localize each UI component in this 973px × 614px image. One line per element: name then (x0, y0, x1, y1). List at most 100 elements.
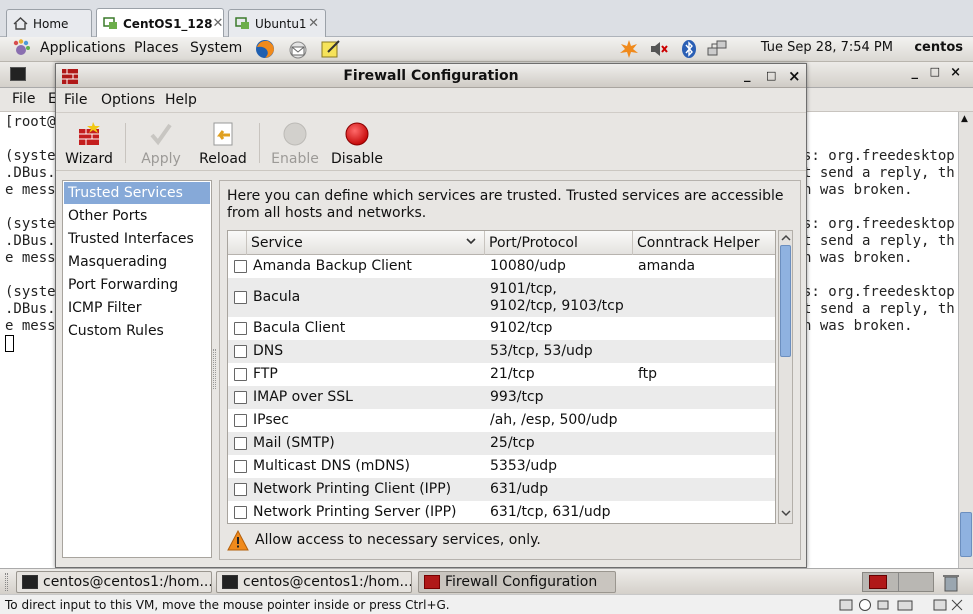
wizard-button[interactable]: Wizard (65, 119, 113, 169)
close-icon[interactable]: × (788, 64, 801, 88)
panel-user[interactable]: centos (914, 40, 963, 55)
taskbar-item-firewall[interactable]: Firewall Configuration (418, 571, 616, 593)
scroll-down-icon[interactable] (781, 507, 791, 522)
close-icon[interactable]: × (950, 65, 961, 80)
terminal-menu-file[interactable]: File (12, 91, 35, 107)
sidebar-item-trusted-services[interactable]: Trusted Services (64, 182, 210, 204)
disable-label: Disable (331, 151, 383, 167)
vm-tab-label: Home (33, 16, 69, 31)
table-scrollbar[interactable] (778, 230, 793, 524)
pane-resize-handle[interactable] (213, 349, 216, 389)
terminal-line: (syste (5, 148, 56, 164)
table-row[interactable]: DNS 53/tcp, 53/udp (228, 340, 775, 363)
terminal-line: n was broken. (803, 250, 913, 266)
table-row[interactable]: FTP 21/tcp ftp (228, 363, 775, 386)
terminal-scroll-thumb[interactable] (960, 512, 972, 557)
table-row[interactable]: Mail (SMTP) 25/tcp (228, 432, 775, 455)
vm-tab-centos1[interactable]: CentOS1_128 ✕ (96, 8, 224, 38)
reload-button[interactable]: Reload (196, 119, 250, 169)
panel-clock[interactable]: Tue Sep 28, 7:54 PM (761, 40, 893, 55)
service-name-cell: Bacula Client (253, 320, 346, 336)
menu-help[interactable]: Help (165, 92, 197, 108)
apply-button[interactable]: Apply (138, 119, 184, 169)
table-row[interactable]: Network Printing Server (IPP) 631/tcp, 63… (228, 501, 775, 523)
terminal-line: s: org.freedesktop (803, 284, 955, 300)
menu-options[interactable]: Options (101, 92, 155, 108)
taskbar-item-terminal-1[interactable]: centos@centos1:/hom... (16, 571, 212, 593)
column-header-helper[interactable]: Conntrack Helper (633, 231, 775, 255)
table-scroll-thumb[interactable] (780, 245, 791, 357)
service-checkbox[interactable] (234, 291, 247, 304)
reload-label: Reload (199, 151, 247, 167)
minimize-icon[interactable]: _ (912, 65, 919, 80)
vm-icon (235, 17, 250, 30)
firewall-menubar: File Options Help (56, 88, 806, 113)
vm-tab-home[interactable]: Home (6, 9, 92, 37)
port-protocol-cell: 5353/udp (490, 458, 557, 474)
vm-status-bar: To direct input to this VM, move the mou… (0, 594, 973, 614)
taskbar-item-label: centos@centos1:/hom... (43, 574, 212, 590)
table-row[interactable]: IMAP over SSL 993/tcp (228, 386, 775, 409)
menu-file[interactable]: File (64, 92, 87, 108)
column-header-port[interactable]: Port/Protocol (485, 231, 633, 255)
close-icon[interactable]: ✕ (212, 16, 223, 31)
vm-tab-label: Ubuntu1 (255, 16, 307, 31)
service-checkbox[interactable] (234, 460, 247, 473)
terminal-line: t send a reply, th (803, 233, 955, 249)
network-icon[interactable] (706, 39, 728, 59)
enable-button[interactable]: Enable (270, 119, 320, 169)
close-icon[interactable]: ✕ (308, 16, 319, 31)
device-icons (838, 598, 968, 614)
service-checkbox[interactable] (234, 437, 247, 450)
table-row[interactable]: Network Printing Client (IPP) 631/udp (228, 478, 775, 501)
terminal-scrollbar[interactable]: ▲ (958, 112, 973, 568)
workspace-switcher[interactable] (862, 572, 934, 592)
panel-menu-system[interactable]: System (190, 40, 242, 56)
table-row[interactable]: Bacula 9101/tcp, 9102/tcp, 9103/tcp (228, 278, 775, 317)
sidebar-item-port-forwarding[interactable]: Port Forwarding (64, 274, 210, 296)
volume-muted-icon[interactable] (648, 39, 670, 59)
sidebar-item-custom-rules[interactable]: Custom Rules (64, 320, 210, 342)
table-row[interactable]: Multicast DNS (mDNS) 5353/udp (228, 455, 775, 478)
mail-icon[interactable] (287, 39, 309, 59)
terminal-line: n was broken. (803, 318, 913, 334)
firefox-icon[interactable] (254, 39, 276, 59)
sidebar-item-other-ports[interactable]: Other Ports (64, 205, 210, 227)
service-checkbox[interactable] (234, 345, 247, 358)
service-checkbox[interactable] (234, 391, 247, 404)
sidebar-item-icmp-filter[interactable]: ICMP Filter (64, 297, 210, 319)
services-table[interactable]: Service Port/Protocol Conntrack Helper A… (227, 230, 776, 524)
service-checkbox[interactable] (234, 322, 247, 335)
disable-button[interactable]: Disable (330, 119, 384, 169)
terminal-line: s: org.freedesktop (803, 216, 955, 232)
sidebar-item-masquerading[interactable]: Masquerading (64, 251, 210, 273)
panel-menu-applications[interactable]: Applications (40, 40, 126, 56)
note-edit-icon[interactable] (320, 39, 342, 59)
trash-icon[interactable] (940, 572, 962, 592)
service-name-cell: IPsec (253, 412, 289, 428)
taskbar-item-terminal-2[interactable]: centos@centos1:/hom... (216, 571, 412, 593)
service-checkbox[interactable] (234, 260, 247, 273)
service-checkbox[interactable] (234, 483, 247, 496)
minimize-icon[interactable]: _ (744, 64, 751, 88)
service-checkbox[interactable] (234, 506, 247, 519)
table-row[interactable]: Bacula Client 9102/tcp (228, 317, 775, 340)
table-row[interactable]: Amanda Backup Client 10080/udp amanda (228, 255, 775, 278)
service-name-cell: Bacula (253, 289, 301, 305)
maximize-icon[interactable]: □ (930, 65, 940, 78)
port-protocol-cell: 993/tcp (490, 389, 544, 405)
vm-tab-ubuntu1[interactable]: Ubuntu1 ✕ (228, 9, 326, 37)
update-notification-icon[interactable] (618, 39, 640, 59)
port-protocol-cell: 25/tcp (490, 435, 535, 451)
service-checkbox[interactable] (234, 414, 247, 427)
column-header-service[interactable]: Service (247, 231, 485, 255)
table-row[interactable]: IPsec/ah, /esp, 500/udp (228, 409, 775, 432)
panel-menu-places[interactable]: Places (134, 40, 179, 56)
bluetooth-icon[interactable] (678, 39, 700, 59)
sidebar-item-trusted-interfaces[interactable]: Trusted Interfaces (64, 228, 210, 250)
maximize-icon[interactable]: □ (766, 64, 776, 88)
scroll-up-icon[interactable]: ▲ (961, 114, 968, 124)
service-checkbox[interactable] (234, 368, 247, 381)
